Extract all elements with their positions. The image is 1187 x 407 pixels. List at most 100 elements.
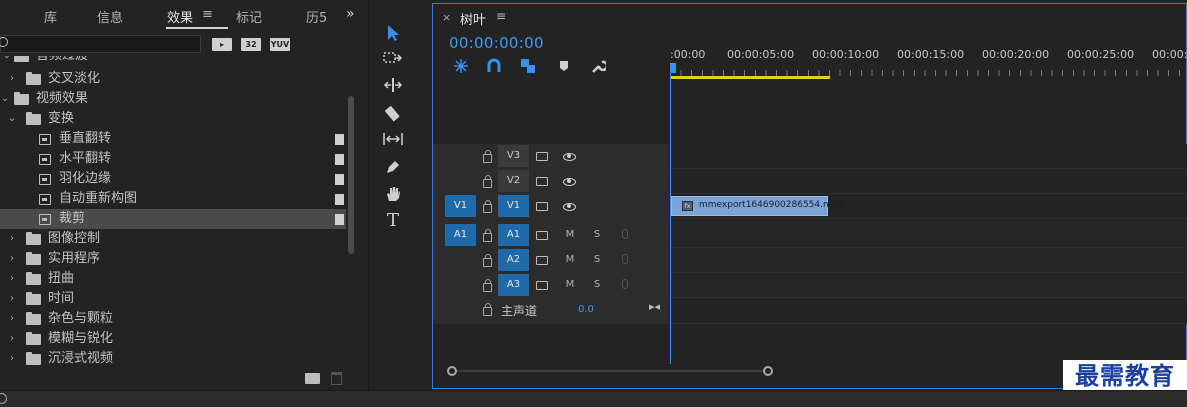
mute-button[interactable]: M (563, 229, 577, 240)
pen-tool-icon[interactable] (381, 156, 405, 178)
tree-item-noise-grain[interactable]: › 杂色与颗粒 (0, 309, 346, 329)
track-target-a3[interactable]: A3 (498, 274, 529, 296)
slip-tool-icon[interactable] (381, 129, 405, 151)
chevron-down-icon[interactable]: ⌄ (7, 109, 17, 129)
eye-icon[interactable] (563, 178, 576, 186)
panel-menu-icon[interactable]: ≡ (496, 9, 506, 23)
tree-item-distort[interactable]: › 扭曲 (0, 269, 346, 289)
tree-item-immersive-video[interactable]: › 沉浸式视频 (0, 349, 346, 369)
tree-item-auto-reframe[interactable]: 自动重新构图 (0, 189, 346, 209)
timeline-settings-wrench-icon[interactable] (590, 58, 609, 74)
chevron-right-icon[interactable]: › (7, 269, 17, 289)
sync-lock-icon[interactable] (536, 152, 548, 161)
type-tool-icon[interactable]: T (381, 210, 405, 232)
tree-item-horizontal-flip[interactable]: 水平翻转 (0, 149, 346, 169)
lock-icon[interactable] (483, 200, 492, 213)
hand-tool-icon[interactable] (381, 183, 405, 205)
tab-markers[interactable]: 标记 (236, 7, 262, 26)
trash-icon[interactable] (331, 372, 342, 385)
chevron-down-icon[interactable]: ⌄ (2, 56, 12, 66)
lane-v3[interactable] (670, 144, 1187, 169)
lane-a1[interactable] (670, 223, 1187, 248)
track-target-v3[interactable]: V3 (498, 145, 529, 167)
tree-item-cross-fade[interactable]: › 交叉淡化 (0, 69, 346, 89)
lane-master[interactable] (670, 298, 1187, 324)
microphone-icon[interactable] (622, 229, 628, 239)
timeline-zoom-scrollbar[interactable] (447, 366, 773, 376)
tab-info[interactable]: 信息 (97, 7, 123, 26)
solo-button[interactable]: S (590, 229, 604, 240)
tabs-overflow-icon[interactable]: » (346, 6, 355, 22)
lane-a3[interactable] (670, 273, 1187, 298)
lock-icon[interactable] (483, 254, 492, 267)
tab-effects[interactable]: 效果 (167, 7, 193, 26)
chevron-right-icon[interactable]: › (7, 329, 17, 349)
eye-icon[interactable] (563, 203, 576, 211)
chevron-right-icon[interactable]: › (7, 69, 17, 89)
track-area[interactable]: fx mmexport1646900286554.mp4 (670, 144, 1187, 324)
video-clip[interactable]: fx mmexport1646900286554.mp4 (671, 196, 843, 216)
yuv-effects-filter-icon[interactable]: YUV (270, 38, 290, 51)
tab-library[interactable]: 库 (44, 7, 57, 26)
sync-lock-icon[interactable] (536, 231, 548, 240)
accelerated-effects-filter-icon[interactable]: ▸ (212, 38, 232, 51)
sequence-tab-title[interactable]: 树叶 (460, 9, 486, 28)
mute-button[interactable]: M (563, 279, 577, 290)
work-area-bar[interactable] (670, 76, 830, 79)
tree-item-crop[interactable]: 裁剪 (0, 209, 346, 229)
chevron-right-icon[interactable]: › (7, 309, 17, 329)
scroll-start-handle[interactable] (447, 366, 457, 376)
chevron-right-icon[interactable]: › (7, 289, 17, 309)
track-target-a2[interactable]: A2 (498, 249, 529, 271)
status-icon[interactable] (0, 393, 7, 404)
new-bin-icon[interactable] (305, 373, 320, 384)
32bit-effects-filter-icon[interactable]: 32 (241, 38, 261, 51)
scrollbar-track[interactable] (452, 370, 772, 372)
track-target-v2[interactable]: V2 (498, 170, 529, 192)
track-target-v1[interactable]: V1 (498, 195, 529, 217)
microphone-icon[interactable] (622, 254, 628, 264)
mute-button[interactable]: M (563, 254, 577, 265)
ripple-edit-tool-icon[interactable] (381, 75, 405, 97)
chevron-right-icon[interactable]: › (7, 229, 17, 249)
linked-selection-icon[interactable] (520, 58, 538, 74)
lane-v2[interactable] (670, 169, 1187, 194)
go-to-keyframe-icon[interactable]: ▸◂ (649, 300, 660, 313)
selection-tool-icon[interactable] (381, 22, 405, 44)
sync-lock-icon[interactable] (536, 281, 548, 290)
chevron-down-icon[interactable]: ⌄ (0, 89, 10, 109)
master-lock-icon[interactable] (483, 303, 492, 316)
lane-a2[interactable] (670, 248, 1187, 273)
tree-item-transform[interactable]: ⌄ 变换 (0, 109, 346, 129)
track-select-tool-icon[interactable] (381, 48, 405, 70)
sync-lock-icon[interactable] (536, 177, 548, 186)
solo-button[interactable]: S (590, 254, 604, 265)
tree-item-video-effects[interactable]: ⌄ 视频效果 (0, 89, 346, 109)
tree-item-utility[interactable]: › 实用程序 (0, 249, 346, 269)
lock-icon[interactable] (483, 175, 492, 188)
scroll-end-handle[interactable] (763, 366, 773, 376)
track-target-a1[interactable]: A1 (498, 224, 529, 246)
tree-item-time[interactable]: › 时间 (0, 289, 346, 309)
tree-item-blur-sharpen[interactable]: › 模糊与锐化 (0, 329, 346, 349)
add-marker-icon[interactable] (556, 58, 574, 74)
source-patch-a1[interactable]: A1 (445, 224, 476, 246)
tree-item-image-control[interactable]: › 图像控制 (0, 229, 346, 249)
search-icon[interactable] (0, 37, 8, 47)
time-ruler[interactable]: :00:00 00:00:05:00 00:00:10:00 00:00:15:… (670, 42, 1187, 80)
solo-button[interactable]: S (590, 279, 604, 290)
tree-item-feather-edges[interactable]: 羽化边缘 (0, 169, 346, 189)
playhead-line[interactable] (670, 68, 671, 364)
chevron-right-icon[interactable]: › (7, 349, 17, 369)
chevron-right-icon[interactable]: › (7, 249, 17, 269)
tab-history[interactable]: 历5 (306, 7, 327, 26)
lock-icon[interactable] (483, 279, 492, 292)
razor-tool-icon[interactable] (381, 102, 405, 124)
lock-icon[interactable] (483, 229, 492, 242)
tree-item-audio-transitions[interactable]: ⌄ 音频过渡 (0, 56, 346, 66)
eye-icon[interactable] (563, 153, 576, 161)
lock-icon[interactable] (483, 150, 492, 163)
close-icon[interactable]: × (442, 11, 451, 24)
nest-sequence-icon[interactable] (453, 58, 471, 74)
microphone-icon[interactable] (622, 279, 628, 289)
